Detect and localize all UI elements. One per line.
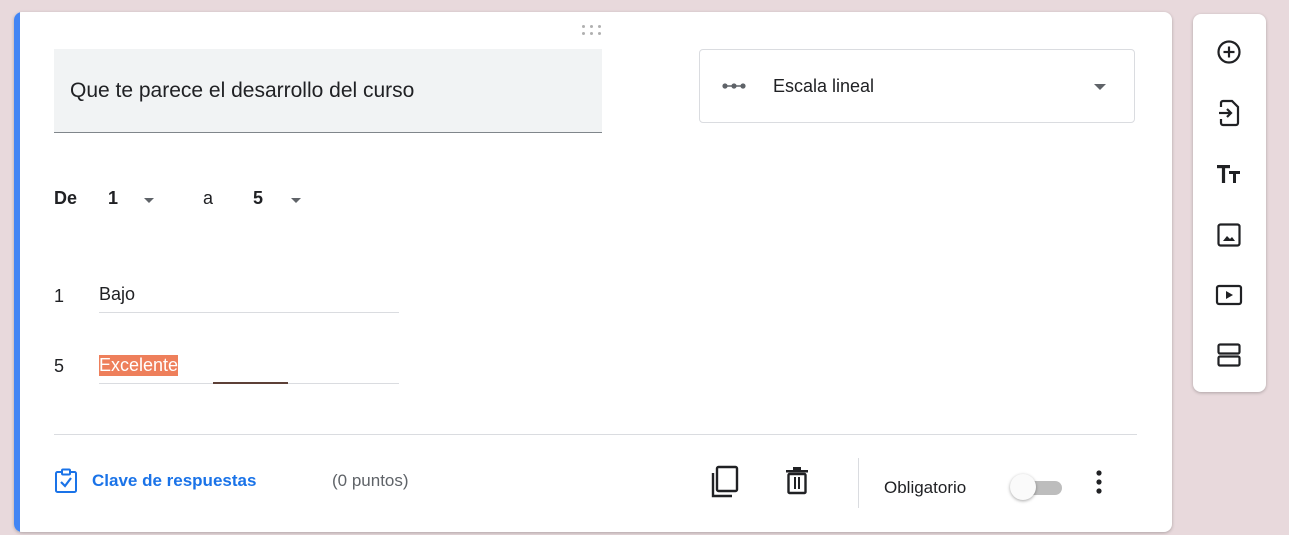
scale-max-label-text: Excelente	[99, 355, 179, 376]
question-title-text: Que te parece el desarrollo del curso	[70, 79, 415, 102]
scale-label-number: 1	[54, 286, 65, 306]
scale-max-label-input[interactable]: Excelente	[99, 349, 399, 384]
chevron-down-icon[interactable]	[144, 198, 154, 203]
scale-label-number: 5	[54, 356, 65, 376]
chevron-down-icon[interactable]	[291, 198, 301, 203]
chevron-down-icon	[1094, 84, 1106, 90]
add-title-button[interactable]	[1214, 159, 1244, 189]
required-label: Obligatorio	[884, 478, 967, 497]
scale-to-label: a	[203, 188, 214, 208]
footer-divider	[54, 434, 1137, 435]
drag-handle-icon[interactable]	[582, 25, 608, 37]
scale-min-label-text: Bajo	[99, 284, 136, 304]
trash-icon[interactable]	[784, 465, 810, 497]
clipboard-check-icon	[55, 468, 77, 493]
more-vert-icon[interactable]	[1093, 469, 1105, 495]
answer-key-button[interactable]: Clave de respuestas	[54, 467, 256, 495]
input-focus-underline	[213, 382, 288, 384]
add-question-icon	[1217, 40, 1241, 64]
add-image-icon	[1217, 223, 1241, 247]
import-questions-button[interactable]	[1214, 98, 1244, 128]
points-value: (0 puntos)	[332, 471, 409, 490]
add-title-icon	[1217, 165, 1240, 183]
scale-max-select[interactable]: 5	[253, 188, 263, 209]
question-title-input[interactable]: Que te parece el desarrollo del curso	[54, 49, 602, 133]
answer-key-label: Clave de respuestas	[92, 471, 257, 490]
question-type-dropdown[interactable]: Escala lineal	[699, 49, 1135, 123]
copy-icon[interactable]	[710, 465, 740, 499]
add-video-button[interactable]	[1214, 280, 1244, 310]
scale-from-label: De	[54, 188, 78, 208]
add-image-button[interactable]	[1214, 220, 1244, 250]
footer-vertical-separator	[858, 458, 859, 508]
linear-scale-icon	[722, 83, 746, 89]
required-toggle[interactable]	[1010, 474, 1064, 500]
scale-min-select[interactable]: 1	[108, 188, 118, 209]
import-questions-icon	[1219, 99, 1240, 127]
card-focus-accent	[14, 12, 20, 532]
question-card[interactable]: Que te parece el desarrollo del curso Es…	[14, 12, 1172, 532]
add-section-icon	[1217, 343, 1241, 367]
add-video-icon	[1215, 284, 1243, 306]
add-question-button[interactable]	[1214, 37, 1244, 67]
add-section-button[interactable]	[1214, 340, 1244, 370]
question-type-label: Escala lineal	[773, 76, 875, 96]
toggle-thumb	[1010, 474, 1036, 500]
scale-min-label-input[interactable]: Bajo	[99, 278, 399, 313]
floating-toolbar	[1193, 14, 1266, 392]
